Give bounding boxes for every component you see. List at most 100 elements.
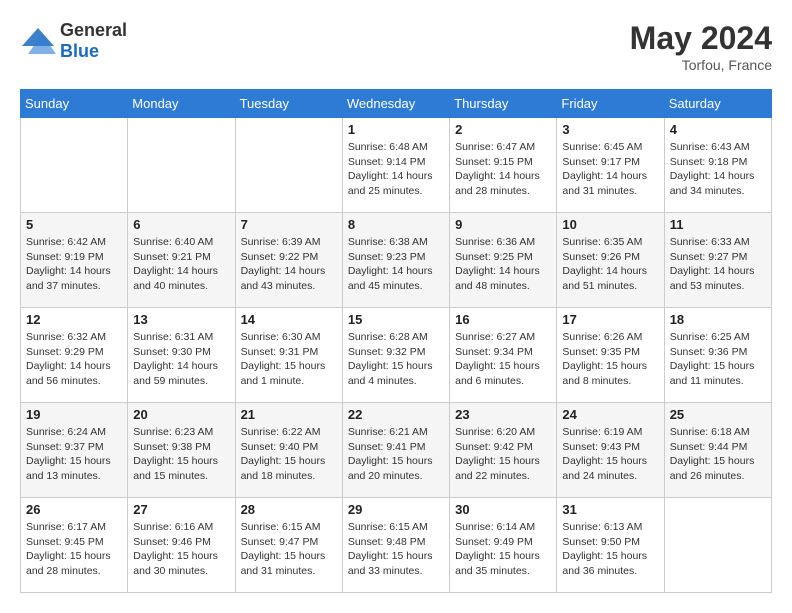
calendar-week-2: 5 Sunrise: 6:42 AMSunset: 9:19 PMDaylight… <box>21 213 772 308</box>
col-sunday: Sunday <box>21 90 128 118</box>
day-info: Sunrise: 6:36 AMSunset: 9:25 PMDaylight:… <box>455 235 551 294</box>
calendar-cell-w3-d7: 18Sunrise: 6:25 AMSunset: 9:36 PMDayligh… <box>664 308 771 403</box>
calendar-cell-w5-d3: 28Sunrise: 6:15 AMSunset: 9:47 PMDayligh… <box>235 498 342 593</box>
month-year: May 2024 <box>630 20 772 57</box>
daylight-text: Daylight: 15 hours and 24 minutes. <box>562 454 658 483</box>
sunset-text: Sunset: 9:14 PM <box>348 155 444 170</box>
calendar-cell-w2-d6: 10Sunrise: 6:35 AMSunset: 9:26 PMDayligh… <box>557 213 664 308</box>
logo-general: General <box>60 20 127 40</box>
sunrise-text: Sunrise: 6:13 AM <box>562 520 658 535</box>
day-info: Sunrise: 6:28 AMSunset: 9:32 PMDaylight:… <box>348 330 444 389</box>
daylight-text: Daylight: 14 hours and 43 minutes. <box>241 264 337 293</box>
day-info: Sunrise: 6:24 AMSunset: 9:37 PMDaylight:… <box>26 425 122 484</box>
daylight-text: Daylight: 15 hours and 8 minutes. <box>562 359 658 388</box>
day-info: Sunrise: 6:38 AMSunset: 9:23 PMDaylight:… <box>348 235 444 294</box>
day-info: Sunrise: 6:15 AMSunset: 9:47 PMDaylight:… <box>241 520 337 579</box>
col-tuesday: Tuesday <box>235 90 342 118</box>
day-number: 25 <box>670 407 766 422</box>
sunrise-text: Sunrise: 6:38 AM <box>348 235 444 250</box>
day-info: Sunrise: 6:18 AMSunset: 9:44 PMDaylight:… <box>670 425 766 484</box>
day-number: 11 <box>670 217 766 232</box>
daylight-text: Daylight: 15 hours and 26 minutes. <box>670 454 766 483</box>
daylight-text: Daylight: 14 hours and 34 minutes. <box>670 169 766 198</box>
day-info: Sunrise: 6:16 AMSunset: 9:46 PMDaylight:… <box>133 520 229 579</box>
sunrise-text: Sunrise: 6:31 AM <box>133 330 229 345</box>
sunrise-text: Sunrise: 6:33 AM <box>670 235 766 250</box>
calendar-cell-w2-d5: 9Sunrise: 6:36 AMSunset: 9:25 PMDaylight… <box>450 213 557 308</box>
sunrise-text: Sunrise: 6:39 AM <box>241 235 337 250</box>
sunset-text: Sunset: 9:19 PM <box>26 250 122 265</box>
sunrise-text: Sunrise: 6:21 AM <box>348 425 444 440</box>
calendar-cell-w3-d3: 14Sunrise: 6:30 AMSunset: 9:31 PMDayligh… <box>235 308 342 403</box>
calendar-cell-w2-d2: 6Sunrise: 6:40 AMSunset: 9:21 PMDaylight… <box>128 213 235 308</box>
day-info: Sunrise: 6:47 AMSunset: 9:15 PMDaylight:… <box>455 140 551 199</box>
sunset-text: Sunset: 9:34 PM <box>455 345 551 360</box>
day-number: 5 <box>26 217 122 232</box>
calendar-header: Sunday Monday Tuesday Wednesday Thursday… <box>21 90 772 118</box>
col-friday: Friday <box>557 90 664 118</box>
sunrise-text: Sunrise: 6:27 AM <box>455 330 551 345</box>
calendar-cell-w1-d1 <box>21 118 128 213</box>
day-info: Sunrise: 6:21 AMSunset: 9:41 PMDaylight:… <box>348 425 444 484</box>
day-number: 7 <box>241 217 337 232</box>
location: Torfou, France <box>630 57 772 73</box>
calendar-cell-w4-d4: 22 Sunrise: 6:21 AMSunset: 9:41 PMDayligh… <box>342 403 449 498</box>
daylight-text: Daylight: 15 hours and 11 minutes. <box>670 359 766 388</box>
daylight-text: Daylight: 15 hours and 1 minute. <box>241 359 337 388</box>
calendar-cell-w2-d7: 11Sunrise: 6:33 AMSunset: 9:27 PMDayligh… <box>664 213 771 308</box>
sunrise-text: Sunrise: 6:15 AM <box>241 520 337 535</box>
sunrise-text: Sunrise: 6:18 AM <box>670 425 766 440</box>
sunrise-text: Sunrise: 6:32 AM <box>26 330 122 345</box>
day-info: Sunrise: 6:42 AMSunset: 9:19 PMDaylight:… <box>26 235 122 294</box>
sunset-text: Sunset: 9:48 PM <box>348 535 444 550</box>
sunset-text: Sunset: 9:36 PM <box>670 345 766 360</box>
day-info: Sunrise: 6:13 AMSunset: 9:50 PMDaylight:… <box>562 520 658 579</box>
sunrise-text: Sunrise: 6:17 AM <box>26 520 122 535</box>
day-info: Sunrise: 6:23 AMSunset: 9:38 PMDaylight:… <box>133 425 229 484</box>
sunrise-text: Sunrise: 6:19 AM <box>562 425 658 440</box>
daylight-text: Daylight: 15 hours and 6 minutes. <box>455 359 551 388</box>
day-info: Sunrise: 6:30 AMSunset: 9:31 PMDaylight:… <box>241 330 337 389</box>
logo-icon <box>20 26 56 56</box>
day-number: 16 <box>455 312 551 327</box>
sunset-text: Sunset: 9:18 PM <box>670 155 766 170</box>
sunrise-text: Sunrise: 6:16 AM <box>133 520 229 535</box>
day-info: Sunrise: 6:22 AMSunset: 9:40 PMDaylight:… <box>241 425 337 484</box>
day-number: 22 <box>348 407 444 422</box>
calendar-cell-w5-d7 <box>664 498 771 593</box>
calendar-cell-w4-d7: 25 Sunrise: 6:18 AMSunset: 9:44 PMDayligh… <box>664 403 771 498</box>
title-block: May 2024 Torfou, France <box>630 20 772 73</box>
calendar-table: Sunday Monday Tuesday Wednesday Thursday… <box>20 89 772 593</box>
day-info: Sunrise: 6:15 AMSunset: 9:48 PMDaylight:… <box>348 520 444 579</box>
day-info: Sunrise: 6:27 AMSunset: 9:34 PMDaylight:… <box>455 330 551 389</box>
sunset-text: Sunset: 9:25 PM <box>455 250 551 265</box>
day-info: Sunrise: 6:14 AMSunset: 9:49 PMDaylight:… <box>455 520 551 579</box>
day-number: 13 <box>133 312 229 327</box>
calendar-week-3: 12 Sunrise: 6:32 AMSunset: 9:29 PMDayligh… <box>21 308 772 403</box>
day-number: 10 <box>562 217 658 232</box>
day-number: 12 <box>26 312 122 327</box>
daylight-text: Daylight: 15 hours and 30 minutes. <box>133 549 229 578</box>
calendar-cell-w4-d1: 19Sunrise: 6:24 AMSunset: 9:37 PMDayligh… <box>21 403 128 498</box>
calendar-cell-w5-d1: 26Sunrise: 6:17 AMSunset: 9:45 PMDayligh… <box>21 498 128 593</box>
sunrise-text: Sunrise: 6:28 AM <box>348 330 444 345</box>
day-info: Sunrise: 6:32 AMSunset: 9:29 PMDaylight:… <box>26 330 122 389</box>
daylight-text: Daylight: 14 hours and 51 minutes. <box>562 264 658 293</box>
sunrise-text: Sunrise: 6:48 AM <box>348 140 444 155</box>
calendar-cell-w3-d2: 13Sunrise: 6:31 AMSunset: 9:30 PMDayligh… <box>128 308 235 403</box>
sunset-text: Sunset: 9:32 PM <box>348 345 444 360</box>
calendar-cell-w2-d4: 8Sunrise: 6:38 AMSunset: 9:23 PMDaylight… <box>342 213 449 308</box>
calendar-cell-w3-d4: 15Sunrise: 6:28 AMSunset: 9:32 PMDayligh… <box>342 308 449 403</box>
day-number: 30 <box>455 502 551 517</box>
logo-blue: Blue <box>60 41 99 61</box>
calendar-cell-w3-d5: 16 Sunrise: 6:27 AMSunset: 9:34 PMDayligh… <box>450 308 557 403</box>
day-info: Sunrise: 6:20 AMSunset: 9:42 PMDaylight:… <box>455 425 551 484</box>
calendar-cell-w2-d3: 7Sunrise: 6:39 AMSunset: 9:22 PMDaylight… <box>235 213 342 308</box>
daylight-text: Daylight: 15 hours and 22 minutes. <box>455 454 551 483</box>
sunrise-text: Sunrise: 6:24 AM <box>26 425 122 440</box>
calendar-cell-w4-d6: 24Sunrise: 6:19 AMSunset: 9:43 PMDayligh… <box>557 403 664 498</box>
sunset-text: Sunset: 9:44 PM <box>670 440 766 455</box>
sunset-text: Sunset: 9:21 PM <box>133 250 229 265</box>
page-header: General Blue May 2024 Torfou, France <box>20 20 772 73</box>
day-number: 17 <box>562 312 658 327</box>
